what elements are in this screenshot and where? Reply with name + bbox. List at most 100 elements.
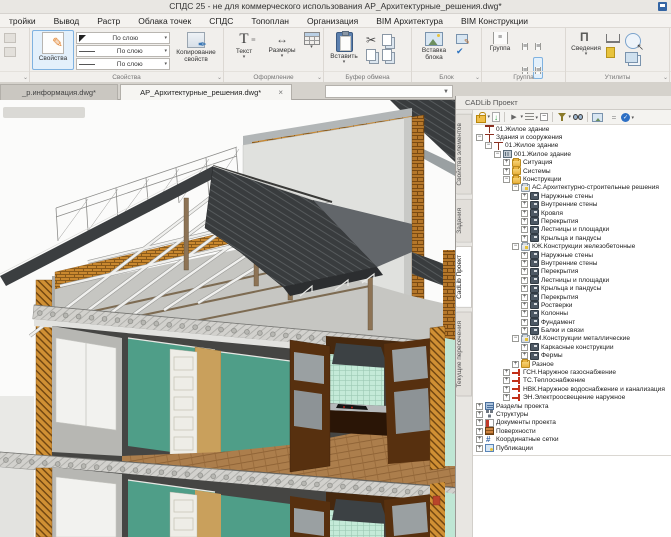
play-icon[interactable]: ▾ xyxy=(509,112,519,122)
tab-document-active[interactable]: АР_Архитектурные_решения.dwg* × xyxy=(120,84,292,100)
tree-item[interactable]: Поверхности xyxy=(473,427,671,435)
expander-icon[interactable] xyxy=(521,218,528,225)
tree-item[interactable]: Системы xyxy=(473,167,671,175)
ungroup-icon[interactable]: ≡ xyxy=(520,33,530,55)
expander-icon[interactable] xyxy=(521,252,528,259)
copy-icon[interactable] xyxy=(382,34,392,46)
paste-button[interactable]: Вставить ▾ xyxy=(326,30,362,70)
expander-icon[interactable] xyxy=(476,428,483,435)
expander-icon[interactable] xyxy=(521,260,528,267)
separator[interactable]: ▾ xyxy=(587,112,588,122)
edit-block-icon[interactable] xyxy=(456,34,468,44)
tree-item[interactable]: Каркасные конструкции xyxy=(473,343,671,351)
color-bylayer-combo[interactable]: По слою ▾ xyxy=(76,32,170,44)
tree-item[interactable]: Внутренние стены xyxy=(473,201,671,209)
cut-icon[interactable] xyxy=(4,33,16,43)
tree-item[interactable]: Документы проекта xyxy=(473,419,671,427)
menu-item[interactable]: Вывод xyxy=(45,16,89,26)
dialog-launcher-icon[interactable]: ⌄ xyxy=(475,75,480,81)
tree-item[interactable]: Крыльца и пандусы xyxy=(473,284,671,292)
view-label[interactable] xyxy=(3,107,85,118)
tree-item[interactable]: 01.Жилое здание xyxy=(473,125,671,133)
panel-side-tab[interactable]: CadLib Проект xyxy=(456,246,472,308)
tree-item[interactable]: Лестницы и площадки xyxy=(473,226,671,234)
expander-icon[interactable] xyxy=(521,277,528,284)
filter-icon[interactable]: ▾ xyxy=(557,112,567,122)
tree-item[interactable]: Фундамент xyxy=(473,318,671,326)
tree-item[interactable]: Наружные стены xyxy=(473,251,671,259)
expander-icon[interactable] xyxy=(494,151,501,158)
view-combo[interactable]: ▼ xyxy=(325,85,453,98)
table-button[interactable]: ▾ xyxy=(302,30,321,70)
menu-item[interactable]: Растр xyxy=(88,16,129,26)
expander-icon[interactable] xyxy=(521,201,528,208)
window-icon[interactable] xyxy=(658,2,667,11)
tree-item[interactable]: Координатные сетки xyxy=(473,435,671,443)
measure-icon[interactable] xyxy=(606,34,620,43)
close-tab-icon[interactable]: × xyxy=(278,88,283,97)
menu-item[interactable]: тройки xyxy=(0,16,45,26)
panel-side-tab[interactable]: Текущие пересечения xyxy=(456,312,472,397)
tree-item[interactable]: Крыльца и пандусы xyxy=(473,234,671,242)
menu-item[interactable]: BIM Архитектура xyxy=(367,16,452,26)
approve-icon[interactable]: ▾ xyxy=(621,113,630,122)
dialog-launcher-icon[interactable]: ⌄ xyxy=(217,75,222,81)
tree-item[interactable]: ЭН.Электроосвещение наружное xyxy=(473,394,671,402)
copy-properties-button[interactable]: Копирование свойств xyxy=(172,30,220,70)
linetype-bylayer-combo[interactable]: По слою ▾ xyxy=(76,45,170,57)
tree-item[interactable]: Балки и связи xyxy=(473,326,671,334)
expander-icon[interactable] xyxy=(503,176,510,183)
menu-item[interactable]: СПДС xyxy=(200,16,242,26)
expander-icon[interactable] xyxy=(521,268,528,275)
tree-item[interactable]: НВК.Наружное водоснабжение и канализация xyxy=(473,385,671,393)
import-icon[interactable]: ▾ xyxy=(492,112,500,122)
group-button[interactable]: ≡ Группа xyxy=(484,30,516,70)
cut-icon[interactable] xyxy=(4,47,16,57)
expander-icon[interactable] xyxy=(485,142,492,149)
tree-item[interactable]: Ситуация xyxy=(473,159,671,167)
dimensions-button[interactable]: ↔ Размеры ▾ xyxy=(264,30,300,70)
expander-icon[interactable] xyxy=(503,377,510,384)
expander-icon[interactable] xyxy=(521,319,528,326)
tree-view-icon[interactable]: ▾ xyxy=(525,113,534,121)
panel-side-tab[interactable]: Задания xyxy=(456,199,472,243)
expander-icon[interactable] xyxy=(503,159,510,166)
expander-icon[interactable] xyxy=(521,302,528,309)
properties-button[interactable]: Свойства xyxy=(32,30,74,70)
tree-item[interactable]: ГСН.Наружное газоснабжение xyxy=(473,368,671,376)
panel-side-tab[interactable]: Свойства элементов xyxy=(456,114,472,195)
lock-icon[interactable]: ▾ xyxy=(476,112,486,122)
expander-icon[interactable] xyxy=(512,361,519,368)
expander-icon[interactable] xyxy=(521,193,528,200)
expander-icon[interactable] xyxy=(503,168,510,175)
expander-icon[interactable] xyxy=(512,243,519,250)
tree-item[interactable]: Кровля xyxy=(473,209,671,217)
insert-block-button[interactable]: Вставка блока xyxy=(414,30,454,70)
menu-item[interactable]: Топоплан xyxy=(242,16,298,26)
expander-icon[interactable] xyxy=(521,285,528,292)
tree-item[interactable]: Колонны xyxy=(473,310,671,318)
text-button[interactable]: T Текст ▾ xyxy=(226,30,262,70)
expander-icon[interactable] xyxy=(476,403,483,410)
tree-item[interactable]: Ростверки xyxy=(473,301,671,309)
expander-icon[interactable] xyxy=(476,419,483,426)
tree-item[interactable]: Фермы xyxy=(473,352,671,360)
tree-item[interactable]: Структуры xyxy=(473,410,671,418)
search-icon[interactable]: ▾ xyxy=(573,112,583,122)
selection-circle-icon[interactable] xyxy=(625,33,641,49)
export-icon[interactable]: ▾ xyxy=(592,113,603,122)
expander-icon[interactable] xyxy=(503,369,510,376)
tree-item[interactable]: Публикации xyxy=(473,444,671,452)
expander-icon[interactable] xyxy=(521,294,528,301)
tree-item[interactable]: 001.Жилое здание xyxy=(473,150,671,158)
expander-icon[interactable] xyxy=(503,394,510,401)
cut-scissors-icon[interactable]: ✂ xyxy=(366,34,376,46)
expander-icon[interactable] xyxy=(521,344,528,351)
model-viewport[interactable] xyxy=(0,100,455,537)
expander-icon[interactable] xyxy=(521,310,528,317)
menu-item[interactable]: Организация xyxy=(298,16,367,26)
dialog-launcher-icon[interactable]: ⌄ xyxy=(663,75,668,81)
expander-icon[interactable] xyxy=(476,436,483,443)
lineweight-bylayer-combo[interactable]: По слою ▾ xyxy=(76,58,170,70)
tree-item[interactable]: 01.Жилое здание xyxy=(473,142,671,150)
